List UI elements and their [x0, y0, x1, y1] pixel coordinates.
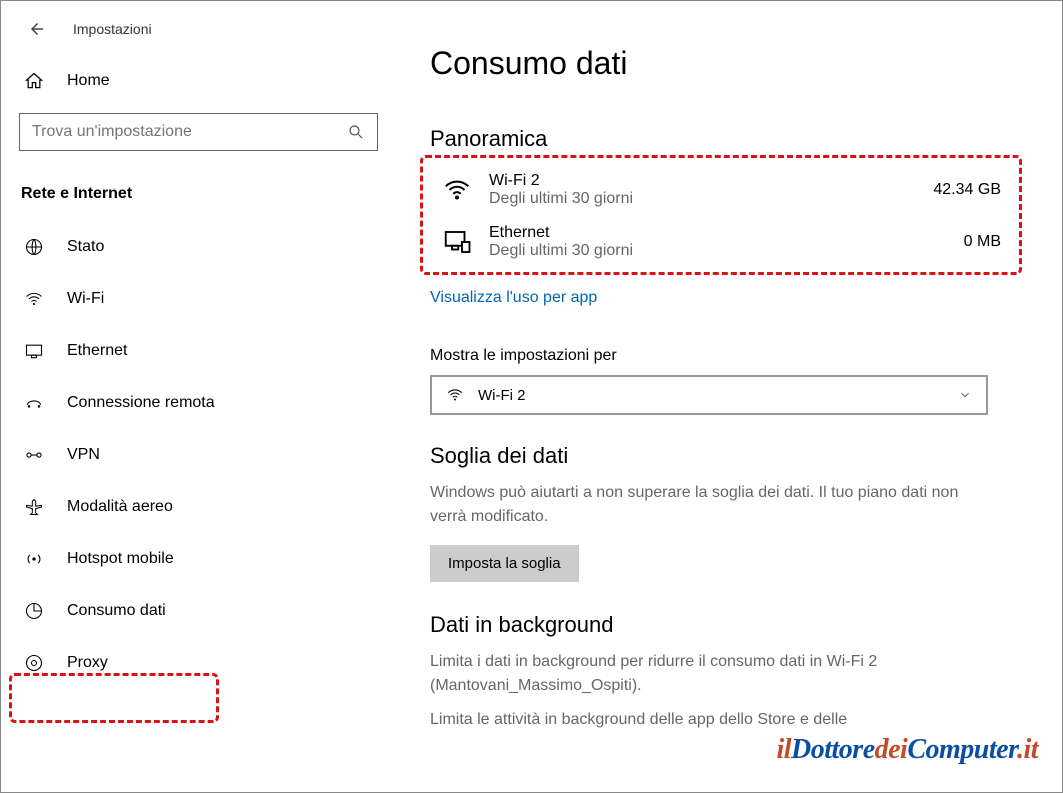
dialup-icon: [23, 393, 45, 413]
nav-label: Consumo dati: [67, 602, 166, 620]
ethernet-icon: [435, 227, 479, 257]
overview-item-wifi[interactable]: Wi-Fi 2 Degli ultimi 30 giorni 42.34 GB: [435, 164, 1001, 216]
watermark: ilDottoredeiComputer.it: [776, 734, 1038, 766]
background-desc2: Limita le attività in background delle a…: [430, 708, 990, 732]
threshold-heading: Soglia dei dati: [430, 443, 1022, 469]
nav-item-proxy[interactable]: Proxy: [1, 637, 396, 689]
airplane-icon: [23, 497, 45, 517]
threshold-desc: Windows può aiutarti a non superare la s…: [430, 481, 990, 529]
overview-item-ethernet[interactable]: Ethernet Degli ultimi 30 giorni 0 MB: [435, 216, 1001, 268]
ethernet-icon: [23, 341, 45, 361]
ov-name: Wi-Fi 2: [489, 172, 933, 190]
chevron-down-icon: [958, 388, 972, 402]
dropdown-value: Wi-Fi 2: [478, 387, 526, 404]
set-threshold-button[interactable]: Imposta la soglia: [430, 545, 579, 582]
nav-label: Modalità aereo: [67, 498, 173, 516]
nav-label: VPN: [67, 446, 100, 464]
nav-item-ethernet[interactable]: Ethernet: [1, 325, 396, 377]
nav-item-airplane[interactable]: Modalità aereo: [1, 481, 396, 533]
back-button[interactable]: [21, 13, 53, 45]
ov-value: 42.34 GB: [933, 181, 1001, 199]
search-input[interactable]: [32, 123, 365, 141]
wifi-icon: [446, 386, 464, 404]
show-for-label: Mostra le impostazioni per: [430, 347, 1022, 365]
nav-item-hotspot[interactable]: Hotspot mobile: [1, 533, 396, 585]
search-box[interactable]: [19, 113, 378, 151]
nav-label: Hotspot mobile: [67, 550, 174, 568]
nav-item-dialup[interactable]: Connessione remota: [1, 377, 396, 429]
overview-highlight: Wi-Fi 2 Degli ultimi 30 giorni 42.34 GB …: [420, 155, 1022, 275]
nav-item-data-usage[interactable]: Consumo dati: [1, 585, 396, 637]
category-heading: Rete e Internet: [1, 157, 396, 221]
nav-label: Proxy: [67, 654, 108, 672]
show-for-dropdown[interactable]: Wi-Fi 2: [430, 375, 988, 415]
home-nav[interactable]: Home: [1, 59, 396, 103]
page-title: Consumo dati: [430, 45, 1022, 82]
nav-item-vpn[interactable]: VPN: [1, 429, 396, 481]
search-icon: [347, 123, 365, 141]
nav-item-stato[interactable]: Stato: [1, 221, 396, 273]
nav-label: Stato: [67, 238, 104, 256]
vpn-icon: [23, 445, 45, 465]
background-desc1: Limita i dati in background per ridurre …: [430, 650, 990, 698]
proxy-icon: [23, 653, 45, 673]
nav-item-wifi[interactable]: Wi-Fi: [1, 273, 396, 325]
wifi-icon: [435, 175, 479, 205]
home-icon: [23, 71, 45, 91]
ov-value: 0 MB: [964, 233, 1001, 251]
nav-label: Ethernet: [67, 342, 127, 360]
home-label: Home: [67, 72, 110, 90]
background-heading: Dati in background: [430, 612, 1022, 638]
globe-icon: [23, 237, 45, 257]
app-title: Impostazioni: [73, 21, 152, 37]
ov-sub: Degli ultimi 30 giorni: [489, 190, 933, 208]
nav-label: Wi-Fi: [67, 290, 104, 308]
wifi-icon: [23, 289, 45, 309]
data-usage-icon: [23, 601, 45, 621]
ov-sub: Degli ultimi 30 giorni: [489, 242, 964, 260]
ov-name: Ethernet: [489, 224, 964, 242]
nav-label: Connessione remota: [67, 394, 215, 412]
view-per-app-link[interactable]: Visualizza l'uso per app: [430, 275, 1022, 311]
hotspot-icon: [23, 549, 45, 569]
overview-heading: Panoramica: [430, 126, 1022, 152]
